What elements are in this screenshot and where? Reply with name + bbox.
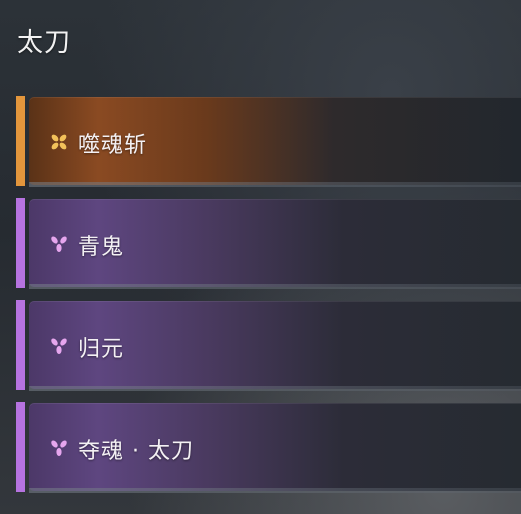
- rarity-bar: [16, 300, 25, 390]
- three-petal-icon: [51, 236, 67, 252]
- card-bottom-strip: [29, 284, 521, 289]
- three-petal-icon: [51, 440, 67, 456]
- rarity-bar: [16, 198, 25, 288]
- rarity-bar: [16, 96, 25, 186]
- skill-name: 归元: [78, 337, 125, 362]
- card-bottom-strip: [29, 182, 521, 187]
- skill-item-3[interactable]: 归元: [16, 300, 521, 391]
- rarity-bar: [16, 402, 25, 492]
- card-bottom-strip: [29, 488, 521, 493]
- card-bottom-strip: [29, 386, 521, 391]
- skill-name: 噬魂斩: [78, 133, 148, 158]
- four-petal-icon: [51, 134, 67, 150]
- page-title: 太刀: [17, 28, 72, 58]
- skill-item-2[interactable]: 青鬼: [16, 198, 521, 289]
- skill-list: 噬魂斩 青鬼 归元 夺魂 · 太刀: [16, 96, 521, 504]
- skill-name: 夺魂 · 太刀: [78, 439, 194, 464]
- skill-item-1[interactable]: 噬魂斩: [16, 96, 521, 187]
- skill-name: 青鬼: [78, 235, 125, 260]
- three-petal-icon: [51, 338, 67, 354]
- skill-item-4[interactable]: 夺魂 · 太刀: [16, 402, 521, 493]
